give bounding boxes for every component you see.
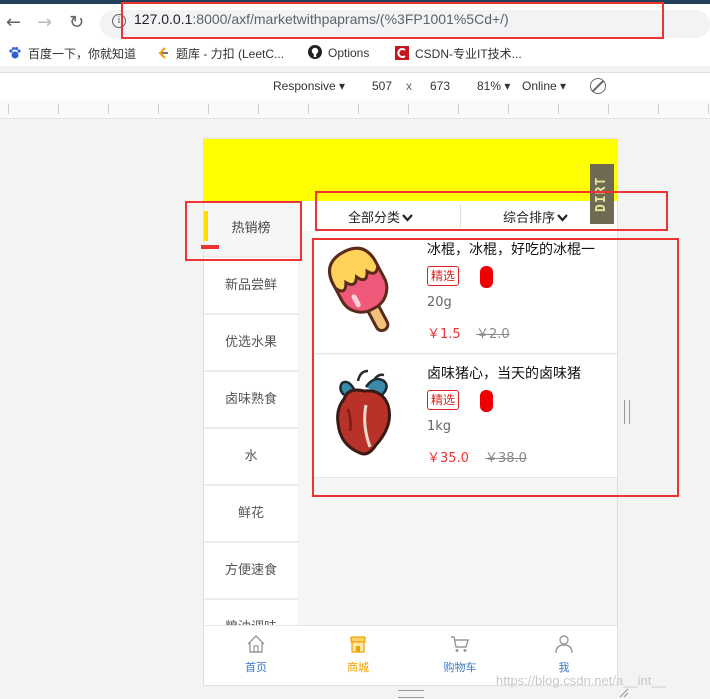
ruler-tick xyxy=(708,104,709,114)
sidebar-item-label: 方便速食 xyxy=(224,563,277,578)
ruler-tick xyxy=(308,104,309,114)
ruler-tick xyxy=(58,104,59,114)
red-underline-mark xyxy=(201,245,219,249)
user-icon xyxy=(555,635,573,654)
cart-icon xyxy=(451,636,469,652)
dimension-separator: x xyxy=(406,79,412,93)
watermark-text: https://blog.csdn.net/a__int__ xyxy=(496,673,666,688)
sidebar-item-label: 优选水果 xyxy=(224,335,277,350)
sidebar-item-label: 水 xyxy=(244,449,258,464)
zoom-select[interactable]: 81% ▾ xyxy=(477,79,510,93)
rotate-icon[interactable] xyxy=(590,78,606,94)
network-select[interactable]: Online ▾ xyxy=(522,79,566,93)
sidebar-item-flowers[interactable]: 鲜花 xyxy=(204,486,298,543)
tab-cart[interactable]: 购物车 xyxy=(410,626,510,685)
ruler-tick xyxy=(458,104,459,114)
ruler-tick xyxy=(258,104,259,114)
shop-icon xyxy=(350,636,366,653)
ruler-tick xyxy=(508,104,509,114)
ruler-tick xyxy=(408,104,409,114)
ruler-tick xyxy=(208,104,209,114)
ruler-tick xyxy=(358,104,359,114)
tab-shop[interactable]: 商城 xyxy=(308,626,408,685)
sortbar-highlight-box xyxy=(315,191,668,231)
ruler-tick xyxy=(158,104,159,114)
sidebar-item-braised[interactable]: 卤味熟食 xyxy=(204,372,298,429)
sidebar-item-fruit[interactable]: 优选水果 xyxy=(204,315,298,372)
tab-label: 首页 xyxy=(245,661,267,674)
ruler-tick xyxy=(108,104,109,114)
sidebar-item-label: 新品尝鲜 xyxy=(224,278,277,293)
tab-home[interactable]: 首页 xyxy=(206,626,306,685)
bookmark-options[interactable]: Options xyxy=(308,45,369,60)
height-input[interactable]: 673 xyxy=(430,79,450,93)
width-input[interactable]: 507 xyxy=(372,79,392,93)
bookmarks-bar: 百度一下，你就知道 题库 - 力扣 (LeetC... Options CSDN… xyxy=(0,42,710,66)
reload-icon[interactable]: ↻ xyxy=(69,13,84,33)
bookmark-label: CSDN-专业IT技术... xyxy=(415,47,522,61)
bookmark-csdn[interactable]: CSDN-专业IT技术... xyxy=(395,45,522,62)
ruler-tick xyxy=(558,104,559,114)
sidebar-item-label: 鲜花 xyxy=(237,506,264,521)
bookmark-label: 百度一下，你就知道 xyxy=(28,47,137,61)
category-sidebar: 热销榜 新品尝鲜 优选水果 卤味熟食 水 鲜花 方便速食 粮油调味 xyxy=(204,201,300,657)
goods-highlight-box xyxy=(312,238,679,497)
sidebar-highlight-box xyxy=(185,201,302,261)
ruler-tick xyxy=(8,104,9,114)
bookmark-leetcode[interactable]: 题库 - 力扣 (LeetC... xyxy=(156,45,284,62)
resize-corner-icon[interactable] xyxy=(618,688,630,698)
leetcode-icon xyxy=(158,47,168,59)
tab-label: 商城 xyxy=(347,661,369,674)
tab-label: 购物车 xyxy=(443,661,477,674)
paw-icon xyxy=(9,47,21,59)
bookmark-label: 题库 - 力扣 (LeetC... xyxy=(176,47,285,61)
home-icon xyxy=(247,635,265,653)
ruler-tick xyxy=(608,104,609,114)
csdn-icon xyxy=(395,46,409,60)
resize-handle-right[interactable] xyxy=(624,400,630,424)
resize-handle-bottom[interactable] xyxy=(398,690,424,698)
sidebar-item-new[interactable]: 新品尝鲜 xyxy=(204,258,298,315)
bookmark-label: Options xyxy=(328,46,370,60)
ruler-tick xyxy=(658,104,659,114)
back-arrow-icon[interactable]: ← xyxy=(6,13,21,33)
bookmark-baidu[interactable]: 百度一下，你就知道 xyxy=(8,45,136,62)
ruler-bar xyxy=(0,100,710,119)
github-icon xyxy=(308,45,322,59)
forward-arrow-icon[interactable]: → xyxy=(37,13,52,33)
url-highlight-box xyxy=(121,2,664,39)
sidebar-item-label: 卤味熟食 xyxy=(224,392,277,407)
sidebar-item-instant[interactable]: 方便速食 xyxy=(204,543,298,600)
device-select[interactable]: Responsive ▾ xyxy=(273,79,345,93)
sidebar-item-water[interactable]: 水 xyxy=(204,429,298,486)
